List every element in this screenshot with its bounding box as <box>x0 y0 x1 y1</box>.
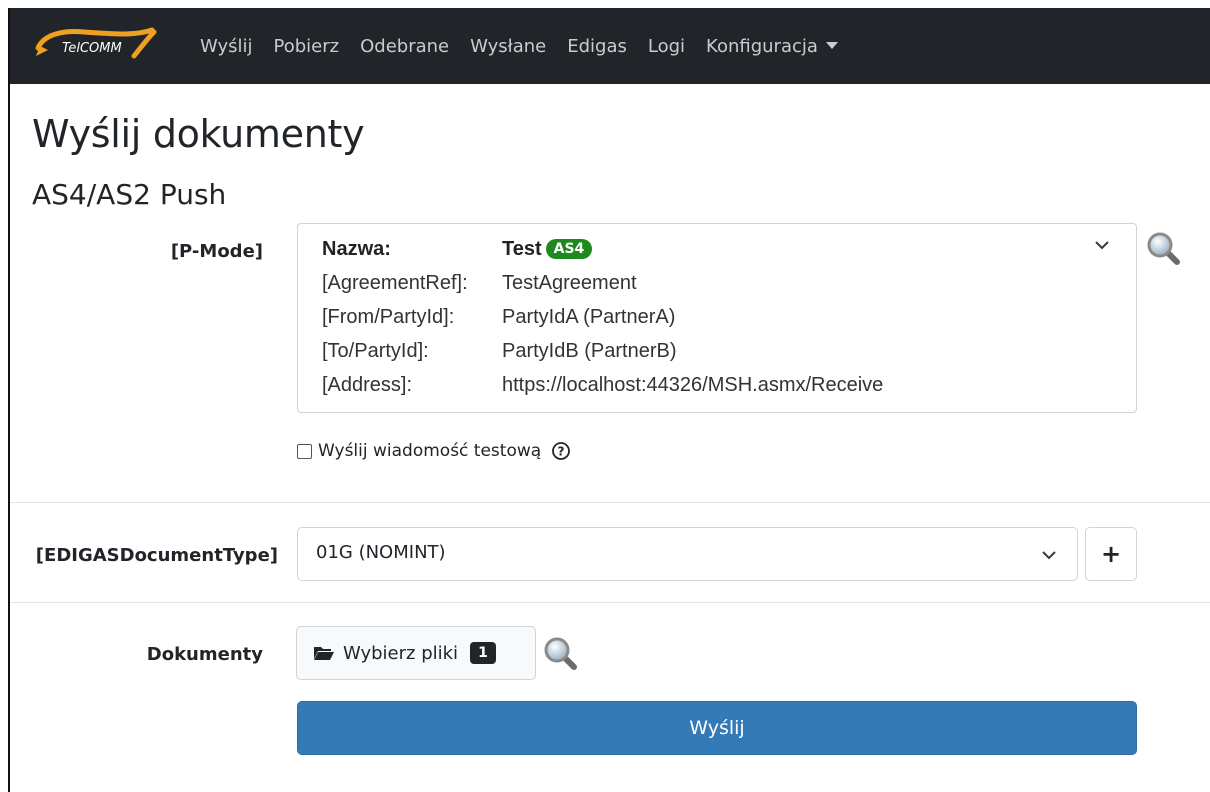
as4-badge: AS4 <box>545 239 593 259</box>
divider <box>10 602 1210 603</box>
folder-open-icon <box>314 647 334 660</box>
nav-item-configuration-label: Konfiguracja <box>706 35 818 57</box>
nav-item-sent[interactable]: Wysłane <box>470 36 546 57</box>
pmode-select[interactable]: Nazwa: Test AS4 [AgreementRef]: TestAgreeme… <box>297 223 1137 413</box>
pmode-row-to: [To/PartyId]: PartyIdB (PartnerB) <box>322 340 677 363</box>
page-title: Wyślij dokumenty <box>32 112 365 156</box>
documents-label: Dokumenty <box>146 644 263 665</box>
file-count-badge: 1 <box>470 642 496 664</box>
pmode-key: [AgreementRef]: <box>322 272 468 294</box>
pmode-key: [Address]: <box>322 374 413 396</box>
nav-item-configuration[interactable]: Konfiguracja <box>706 36 838 57</box>
pmode-key: [To/PartyId]: <box>322 340 429 362</box>
pmode-search-icon[interactable] <box>1146 231 1182 267</box>
nav-item-edigas[interactable]: Edigas <box>567 36 627 57</box>
pmode-label: [P-Mode] <box>170 241 263 262</box>
pmode-value: PartyIdB (PartnerB) <box>502 340 677 362</box>
navbar: TelCOMM Wyślij Pobierz Odebrane Wysłane … <box>10 8 1210 84</box>
test-message-label[interactable]: Wyślij wiadomość testową <box>318 441 541 461</box>
pmode-value: PartyIdA (PartnerA) <box>502 306 676 328</box>
svg-text:?: ? <box>558 445 565 459</box>
chevron-down-icon <box>1095 241 1109 250</box>
send-button[interactable]: Wyślij <box>297 701 1137 755</box>
brand-text: TelCOMM <box>62 41 122 56</box>
choose-files-label: Wybierz pliki <box>343 642 459 664</box>
pmode-key: Nazwa: <box>322 238 391 260</box>
nav-item-received[interactable]: Odebrane <box>360 36 449 57</box>
document-type-selected: 01G (NOMINT) <box>316 542 446 563</box>
pmode-value: TestAgreement <box>502 272 637 294</box>
page-subtitle: AS4/AS2 Push <box>32 178 227 211</box>
pmode-value: Test <box>502 238 542 260</box>
choose-files-button[interactable]: Wybierz pliki 1 <box>296 626 536 680</box>
caret-down-icon <box>825 41 838 49</box>
divider <box>10 502 1210 503</box>
app-frame: TelCOMM Wyślij Pobierz Odebrane Wysłane … <box>8 8 1210 792</box>
documents-search-icon[interactable] <box>543 636 579 672</box>
test-message-checkbox[interactable] <box>297 443 312 459</box>
pmode-value: https://localhost:44326/MSH.asmx/Receive <box>502 374 884 396</box>
pmode-row-name: Nazwa: Test AS4 <box>322 238 593 261</box>
pmode-row-agreement: [AgreementRef]: TestAgreement <box>322 272 637 295</box>
chevron-down-icon <box>1042 551 1056 560</box>
pmode-row-address: [Address]: https://localhost:44326/MSH.as… <box>322 374 883 397</box>
add-document-type-button[interactable]: + <box>1085 527 1137 581</box>
nav-menu: Wyślij Pobierz Odebrane Wysłane Edigas L… <box>200 8 859 84</box>
nav-item-download[interactable]: Pobierz <box>274 36 340 57</box>
question-circle-icon[interactable]: ? <box>551 441 571 461</box>
pmode-row-from: [From/PartyId]: PartyIdA (PartnerA) <box>322 306 675 329</box>
pmode-key: [From/PartyId]: <box>322 306 455 328</box>
test-message-row: Wyślij wiadomość testową ? <box>297 441 571 461</box>
document-type-select[interactable]: 01G (NOMINT) <box>297 527 1078 581</box>
nav-item-logs[interactable]: Logi <box>648 36 685 57</box>
document-type-label: [EDIGASDocumentType] <box>35 545 278 566</box>
nav-item-send[interactable]: Wyślij <box>200 36 253 57</box>
brand-logo[interactable]: TelCOMM <box>34 26 158 62</box>
